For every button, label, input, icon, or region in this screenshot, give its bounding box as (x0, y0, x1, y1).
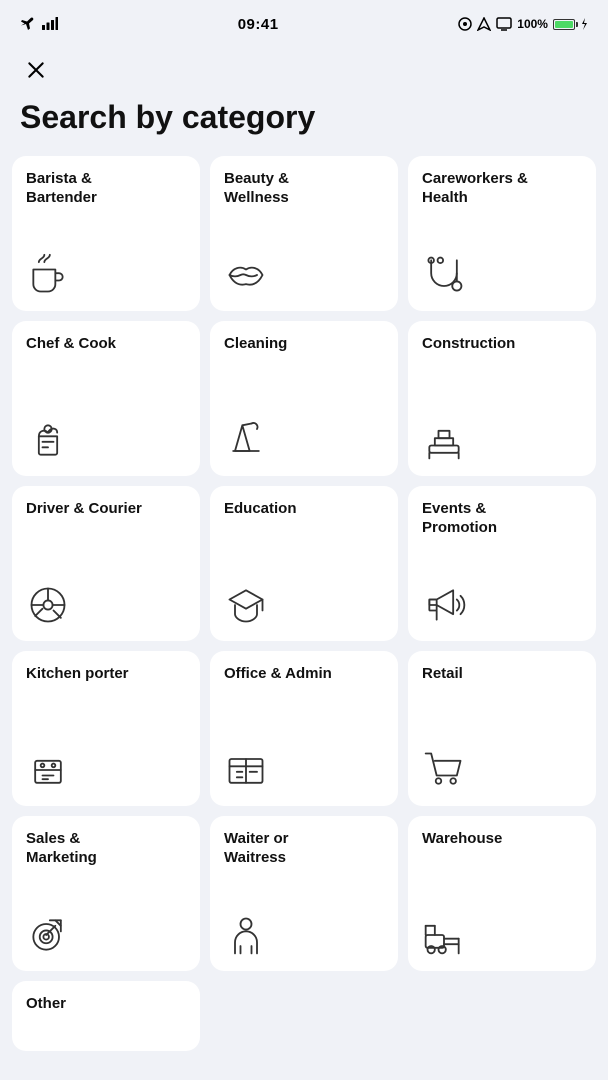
charging-icon (580, 17, 588, 31)
status-time: 09:41 (238, 16, 279, 33)
category-icon-stethoscope (422, 243, 582, 297)
category-card-kitchen-porter[interactable]: Kitchen porter (12, 651, 200, 806)
battery-icon (553, 19, 575, 30)
category-label: Warehouse (422, 830, 582, 849)
category-label: Beauty &Wellness (224, 170, 384, 208)
category-icon-waiter (224, 903, 384, 957)
category-label: Education (224, 500, 384, 519)
category-card-office-admin[interactable]: Office & Admin (210, 651, 398, 806)
category-card-cleaning[interactable]: Cleaning (210, 321, 398, 476)
category-card-waiter-waitress[interactable]: Waiter orWaitress (210, 816, 398, 971)
category-card-careworkers-health[interactable]: Careworkers &Health (408, 156, 596, 311)
category-icon-kitchen (26, 738, 186, 792)
category-icon-steering (26, 573, 186, 627)
category-icon-lips (224, 243, 384, 297)
category-label: Events &Promotion (422, 500, 582, 538)
category-icon-cart (422, 738, 582, 792)
nav-icon (477, 17, 491, 31)
location-icon (458, 17, 472, 31)
close-icon (26, 60, 46, 80)
category-card-construction[interactable]: Construction (408, 321, 596, 476)
category-label: Cleaning (224, 335, 384, 354)
category-card-events-promotion[interactable]: Events &Promotion (408, 486, 596, 641)
category-label: Other (26, 995, 186, 1014)
category-label: Waiter orWaitress (224, 830, 384, 868)
close-button[interactable] (20, 54, 52, 86)
category-icon-coffee (26, 243, 186, 297)
category-label: Retail (422, 665, 582, 684)
page-title: Search by category (0, 86, 608, 156)
category-card-retail[interactable]: Retail (408, 651, 596, 806)
category-card-warehouse[interactable]: Warehouse (408, 816, 596, 971)
category-label: Construction (422, 335, 582, 354)
category-label: Sales &Marketing (26, 830, 186, 868)
category-icon-target (26, 903, 186, 957)
airplane-icon (20, 17, 36, 31)
category-icon-education (224, 573, 384, 627)
signal-icon (42, 17, 58, 31)
category-label: Driver & Courier (26, 500, 186, 519)
status-bar: 09:41 100% (0, 0, 608, 44)
category-card-education[interactable]: Education (210, 486, 398, 641)
category-card-sales-marketing[interactable]: Sales &Marketing (12, 816, 200, 971)
category-card-barista-bartender[interactable]: Barista &Bartender (12, 156, 200, 311)
screen-icon (496, 17, 512, 31)
category-icon-construction (422, 408, 582, 462)
category-card-driver-courier[interactable]: Driver & Courier (12, 486, 200, 641)
battery-percent: 100% (517, 17, 548, 31)
category-card-beauty-wellness[interactable]: Beauty &Wellness (210, 156, 398, 311)
category-grid: Barista &Bartender Beauty &Wellness Care… (0, 156, 608, 1071)
category-card-other[interactable]: Other (12, 981, 200, 1051)
category-card-chef-cook[interactable]: Chef & Cook (12, 321, 200, 476)
category-icon-forklift (422, 903, 582, 957)
category-label: Chef & Cook (26, 335, 186, 354)
status-left (20, 17, 58, 31)
category-label: Barista &Bartender (26, 170, 186, 208)
category-icon-chef (26, 408, 186, 462)
category-label: Kitchen porter (26, 665, 186, 684)
category-label: Careworkers &Health (422, 170, 582, 208)
category-label: Office & Admin (224, 665, 384, 684)
category-icon-office (224, 738, 384, 792)
category-icon-cleaning (224, 408, 384, 462)
status-right: 100% (458, 17, 588, 31)
category-icon-megaphone (422, 573, 582, 627)
